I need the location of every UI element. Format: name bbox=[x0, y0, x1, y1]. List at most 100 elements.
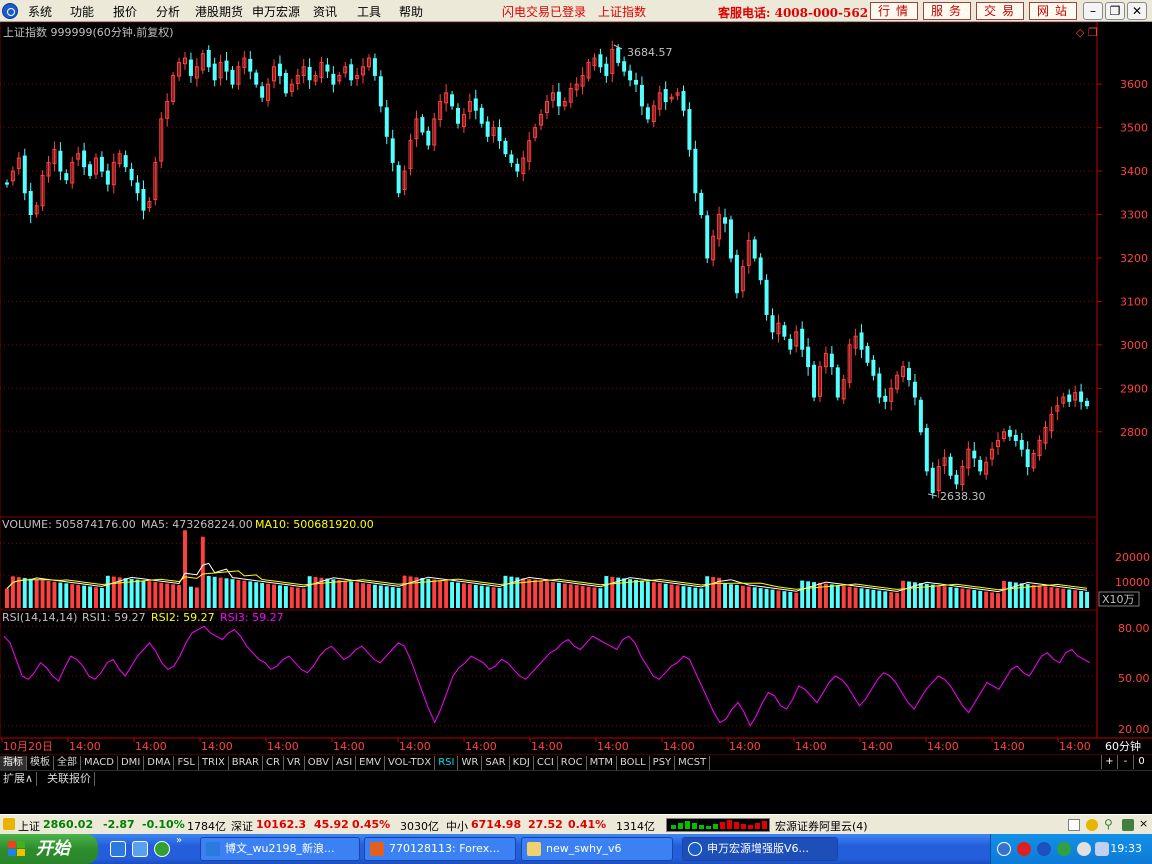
indicator-tab-macd[interactable]: MACD bbox=[81, 756, 118, 770]
volume-bar bbox=[770, 589, 775, 608]
task-sina-blog[interactable]: 博文_wu2198_新浪... bbox=[200, 837, 360, 861]
indicator-tab-模板[interactable]: 模板 bbox=[27, 756, 54, 770]
expand-tab[interactable]: 扩展∧ bbox=[0, 772, 38, 786]
indicator-tab-vr[interactable]: VR bbox=[284, 756, 305, 770]
indicator-tabs: 指标 模板 全部 MACD DMI DMA FSL TRIX BRAR CR VR OBV ASI EMV… bbox=[0, 754, 1152, 770]
broker-server[interactable]: 宏源证券阿里云(4) bbox=[775, 818, 868, 834]
signal-icon[interactable]: ⚲ bbox=[1104, 817, 1113, 831]
indicator-tab-emv[interactable]: EMV bbox=[356, 756, 385, 770]
close-icon[interactable]: ✕ bbox=[1127, 2, 1147, 20]
connection-icon[interactable] bbox=[1122, 819, 1134, 831]
indicator-tab-brar[interactable]: BRAR bbox=[229, 756, 263, 770]
time-tick-label: 14:00 bbox=[267, 740, 299, 753]
menu-quote[interactable]: 报价 bbox=[113, 3, 137, 20]
statusbar-close-icon[interactable]: × bbox=[1139, 817, 1148, 830]
reset-button[interactable]: 0 bbox=[1133, 755, 1149, 769]
indicator-tab-trix[interactable]: TRIX bbox=[199, 756, 229, 770]
volume-bar bbox=[752, 587, 757, 608]
indicator-tab-dma[interactable]: DMA bbox=[144, 756, 175, 770]
window-icon[interactable] bbox=[1068, 819, 1080, 831]
indicator-tab-vol-tdx[interactable]: VOL-TDX bbox=[385, 756, 436, 770]
market-icon[interactable] bbox=[3, 818, 15, 830]
candle-body bbox=[479, 107, 484, 124]
indicator-tab-rsi[interactable]: RSI bbox=[435, 756, 459, 770]
indicator-tab-sar[interactable]: SAR bbox=[482, 756, 510, 770]
alert-icon[interactable] bbox=[1086, 819, 1098, 831]
candle-body bbox=[770, 315, 775, 333]
volume-bar bbox=[580, 585, 585, 608]
candlesticks bbox=[4, 40, 1090, 499]
restore-icon[interactable]: ❐ bbox=[1105, 2, 1125, 20]
chart-area[interactable]: 3600 3500 3400 3300 3200 3100 3000 2900 2800 10月… bbox=[0, 22, 1152, 754]
indicator-tab-wr[interactable]: WR bbox=[458, 756, 483, 770]
refresh-icon[interactable] bbox=[154, 841, 170, 857]
minimize-icon[interactable]: – bbox=[1083, 2, 1103, 20]
menu-tools[interactable]: 工具 bbox=[357, 3, 381, 20]
menu-system[interactable]: 系统 bbox=[28, 3, 52, 20]
tray-shield-icon[interactable] bbox=[1095, 842, 1109, 856]
start-button[interactable]: 开始 bbox=[0, 834, 98, 864]
website-button[interactable]: 网站 bbox=[1029, 2, 1077, 20]
zoom-out-button[interactable]: - bbox=[1117, 755, 1133, 769]
volume-bar bbox=[188, 586, 193, 608]
indicator-tab-boll[interactable]: BOLL bbox=[617, 756, 650, 770]
tray-back-icon[interactable] bbox=[997, 842, 1011, 856]
indicator-tab-mcst[interactable]: MCST bbox=[675, 756, 711, 770]
indicator-tab-psy[interactable]: PSY bbox=[650, 756, 676, 770]
indicator-tab-cr[interactable]: CR bbox=[263, 756, 284, 770]
menu-info[interactable]: 资讯 bbox=[313, 3, 337, 20]
volume-bar bbox=[604, 576, 609, 608]
volume-bar bbox=[740, 585, 745, 608]
menu-help[interactable]: 帮助 bbox=[399, 3, 423, 20]
candle-body bbox=[277, 63, 282, 76]
index-link[interactable]: 上证指数 bbox=[598, 3, 646, 20]
menu-hk-futures[interactable]: 港股期货 bbox=[195, 3, 243, 20]
indicator-tab-mtm[interactable]: MTM bbox=[587, 756, 617, 770]
indicator-tab-roc[interactable]: ROC bbox=[558, 756, 587, 770]
quicklaunch-more-icon[interactable]: » bbox=[176, 836, 186, 846]
tray-update-icon[interactable] bbox=[1057, 842, 1071, 856]
task-swhy-app[interactable]: 申万宏源增强版V6... bbox=[682, 837, 838, 861]
flash-trade-status[interactable]: 闪电交易已登录 bbox=[502, 3, 586, 20]
stock-chart[interactable]: 3600 3500 3400 3300 3200 3100 3000 2900 2800 10月… bbox=[0, 22, 1152, 754]
service-button[interactable]: 服务 bbox=[923, 2, 971, 20]
ie-icon[interactable] bbox=[110, 841, 126, 857]
indicator-tab-指标[interactable]: 指标 bbox=[0, 756, 27, 770]
indicator-tab-cci[interactable]: CCI bbox=[534, 756, 558, 770]
indicator-tab-fsl[interactable]: FSL bbox=[174, 756, 199, 770]
volume-bar bbox=[699, 588, 704, 608]
task-forex[interactable]: 770128113: Forex... bbox=[364, 837, 516, 861]
folder-icon bbox=[527, 842, 541, 856]
tray-app-icon[interactable] bbox=[1017, 842, 1031, 856]
menu-swhy[interactable]: 申万宏源 bbox=[252, 3, 300, 20]
task-folder[interactable]: new_swhy_v6 bbox=[521, 837, 673, 861]
maximize-panel-icon[interactable]: ❐ bbox=[1088, 26, 1098, 39]
ma5-label: MA5: 473268224.00 bbox=[141, 518, 253, 531]
desktop-icon[interactable] bbox=[132, 841, 148, 857]
volume-bar bbox=[141, 580, 146, 608]
candle-body bbox=[628, 70, 633, 81]
indicator-tab-asi[interactable]: ASI bbox=[333, 756, 357, 770]
indicator-tab-kdj[interactable]: KDJ bbox=[510, 756, 534, 770]
menu-function[interactable]: 功能 bbox=[70, 3, 94, 20]
volume-bar bbox=[361, 583, 365, 608]
volume-bar bbox=[634, 579, 638, 608]
time-tick-label: 14:00 bbox=[69, 740, 101, 753]
indicator-tab-全部[interactable]: 全部 bbox=[54, 756, 81, 770]
zoom-in-button[interactable]: + bbox=[1101, 755, 1117, 769]
related-quotes-tab[interactable]: 关联报价 bbox=[44, 772, 95, 786]
volume-bar bbox=[610, 576, 615, 608]
volume-bar bbox=[22, 577, 27, 608]
quotes-button[interactable]: 行情 bbox=[870, 2, 918, 20]
trade-button[interactable]: 交易 bbox=[976, 2, 1024, 20]
app-logo-icon[interactable] bbox=[2, 3, 18, 19]
tray-network-icon[interactable] bbox=[1037, 842, 1051, 856]
period-label[interactable]: 60分钟 bbox=[1105, 739, 1141, 753]
menu-analysis[interactable]: 分析 bbox=[156, 3, 180, 20]
tray-volume-icon[interactable] bbox=[1077, 842, 1091, 856]
volume-bar bbox=[1061, 588, 1066, 608]
indicator-tab-obv[interactable]: OBV bbox=[305, 756, 333, 770]
indicator-tab-dmi[interactable]: DMI bbox=[118, 756, 145, 770]
breadth-bar bbox=[678, 823, 683, 829]
diamond-icon[interactable]: ◇ bbox=[1076, 26, 1085, 39]
